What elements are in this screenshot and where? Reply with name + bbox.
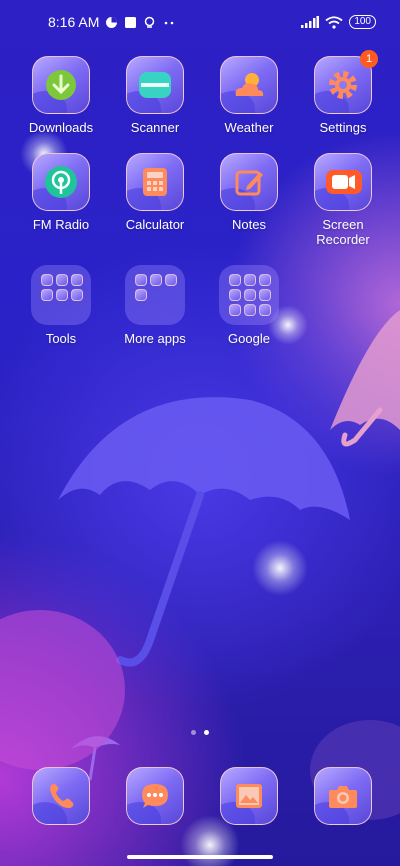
dock bbox=[14, 767, 390, 825]
screen-recorder-app-icon[interactable] bbox=[314, 153, 372, 211]
app-calculator[interactable]: Calculator bbox=[108, 153, 202, 247]
app-label: Downloads bbox=[28, 120, 94, 135]
fm-radio-app-icon[interactable] bbox=[32, 153, 90, 211]
folder-mini-app-icon bbox=[229, 274, 241, 286]
folder-mini-app-icon bbox=[229, 289, 241, 301]
app-label: Notes bbox=[232, 217, 266, 232]
app-label: Weather bbox=[224, 120, 274, 135]
status-time: 8:16 AM bbox=[48, 14, 100, 30]
scanner-app-icon[interactable] bbox=[126, 56, 184, 114]
square-notification-icon bbox=[125, 16, 137, 28]
app-weather[interactable]: Weather bbox=[202, 56, 296, 135]
app-fm-radio[interactable]: FM Radio bbox=[14, 153, 108, 247]
folder-mini-app-icon bbox=[259, 304, 271, 316]
folder-mini-app-icon bbox=[150, 274, 162, 286]
notes-app-icon[interactable] bbox=[220, 153, 278, 211]
google-folder-icon[interactable] bbox=[219, 265, 279, 325]
folder-mini-app-icon bbox=[244, 304, 256, 316]
page-dot[interactable] bbox=[191, 730, 196, 735]
folder-mini-app-icon bbox=[135, 289, 147, 301]
folder-label: More apps bbox=[124, 331, 186, 346]
note-pencil-icon bbox=[235, 170, 263, 196]
folder-mini-app-icon bbox=[56, 274, 68, 286]
app-label: Settings bbox=[319, 120, 367, 135]
folder-mini-app-icon bbox=[165, 274, 177, 286]
video-camera-icon bbox=[326, 170, 362, 194]
data-saver-icon bbox=[106, 16, 118, 28]
folder-label: Tools bbox=[45, 331, 77, 346]
gallery-app-icon[interactable] bbox=[220, 767, 278, 825]
phone-icon bbox=[50, 783, 74, 809]
location-pin-icon bbox=[145, 16, 155, 28]
folder-google[interactable]: Google bbox=[202, 265, 296, 346]
folder-mini-app-icon bbox=[56, 289, 68, 301]
folder-mini-app-icon bbox=[244, 274, 256, 286]
tools-folder-icon[interactable] bbox=[31, 265, 91, 325]
dock-messages[interactable] bbox=[108, 767, 202, 825]
dock-phone[interactable] bbox=[14, 767, 108, 825]
page-dot-active[interactable] bbox=[204, 730, 209, 735]
app-label: Screen Recorder bbox=[316, 217, 370, 247]
folder-tools[interactable]: Tools bbox=[14, 265, 108, 346]
folder-mini-app-icon bbox=[229, 304, 241, 316]
folder-mini-app-icon bbox=[71, 289, 83, 301]
battery-icon: 100 bbox=[349, 15, 376, 29]
more-apps-folder-icon[interactable] bbox=[125, 265, 185, 325]
picture-icon bbox=[236, 784, 262, 808]
camera-icon bbox=[329, 786, 357, 808]
app-settings[interactable]: 1 Settings bbox=[296, 50, 390, 135]
weather-app-icon[interactable] bbox=[220, 56, 278, 114]
download-arrow-icon bbox=[46, 70, 76, 100]
app-screen-recorder[interactable]: Screen Recorder bbox=[296, 153, 390, 247]
more-dots-icon bbox=[165, 21, 174, 24]
wifi-icon bbox=[325, 15, 343, 29]
notification-badge: 1 bbox=[360, 50, 378, 68]
app-notes[interactable]: Notes bbox=[202, 153, 296, 247]
dock-camera[interactable] bbox=[296, 767, 390, 825]
folder-mini-app-icon bbox=[259, 274, 271, 286]
scanner-icon bbox=[139, 72, 171, 98]
app-label: Scanner bbox=[130, 120, 180, 135]
gear-icon bbox=[329, 71, 357, 99]
messages-app-icon[interactable] bbox=[126, 767, 184, 825]
radio-icon bbox=[45, 166, 77, 198]
calculator-icon bbox=[143, 168, 167, 196]
camera-app-icon[interactable] bbox=[314, 767, 372, 825]
app-scanner[interactable]: Scanner bbox=[108, 56, 202, 135]
app-grid: Downloads Scanner Weather 1 Settings FM … bbox=[14, 50, 390, 346]
signal-bars-icon bbox=[301, 16, 320, 28]
folder-more-apps[interactable]: More apps bbox=[108, 265, 202, 346]
status-bar: 8:16 AM 100 bbox=[0, 0, 400, 44]
folder-mini-app-icon bbox=[71, 274, 83, 286]
folder-mini-app-icon bbox=[41, 274, 53, 286]
chat-bubble-icon bbox=[142, 784, 168, 808]
page-indicator bbox=[0, 730, 400, 735]
phone-app-icon[interactable] bbox=[32, 767, 90, 825]
app-downloads[interactable]: Downloads bbox=[14, 56, 108, 135]
folder-mini-app-icon bbox=[135, 274, 147, 286]
folder-mini-app-icon bbox=[41, 289, 53, 301]
calculator-app-icon[interactable] bbox=[126, 153, 184, 211]
app-label: FM Radio bbox=[32, 217, 90, 232]
dock-gallery[interactable] bbox=[202, 767, 296, 825]
app-label: Calculator bbox=[125, 217, 185, 232]
folder-mini-app-icon bbox=[259, 289, 271, 301]
downloads-app-icon[interactable] bbox=[32, 56, 90, 114]
folder-label: Google bbox=[228, 331, 270, 346]
home-indicator-bar[interactable] bbox=[127, 855, 273, 859]
cloud-sun-icon bbox=[235, 73, 264, 96]
folder-mini-app-icon bbox=[244, 289, 256, 301]
